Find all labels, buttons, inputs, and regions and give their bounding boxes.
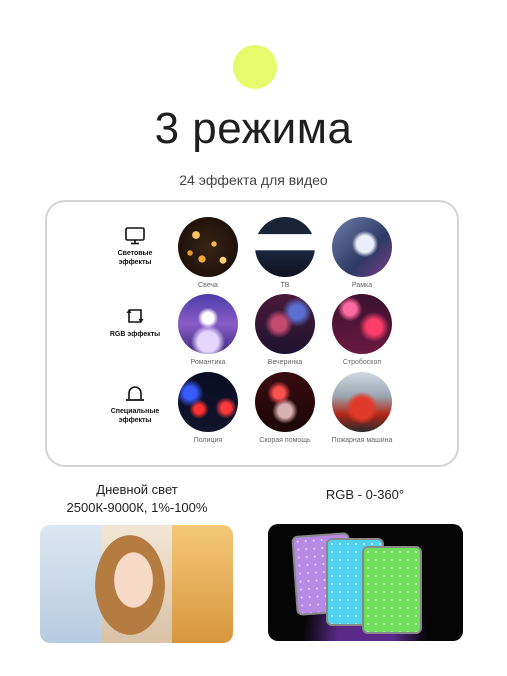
effect-romance-image (178, 294, 238, 354)
effect-caption: Романтика (190, 359, 226, 366)
siren-icon (126, 386, 144, 401)
rgb-photo (268, 524, 463, 641)
cool-strip (40, 525, 102, 643)
mode-label: Специальные эффекты (110, 408, 160, 424)
effect-police-image (178, 372, 238, 432)
effect-caption: Полиция (193, 437, 223, 444)
effect-caption: Пожарная машина (331, 437, 393, 444)
rgb-title: RGB - 0-360° (325, 487, 405, 502)
effect-caption: Свеча (198, 282, 218, 289)
mode-label: Световые эффекты (117, 250, 153, 266)
effect-caption: Стробоскоп (342, 359, 382, 366)
page-title: 3 режима (154, 104, 353, 153)
page-subtitle: 24 эффекта для видео (179, 172, 328, 188)
daylight-title: Дневной свет (96, 482, 178, 497)
green-light-panel (362, 546, 422, 634)
effect-ambulance-image (255, 372, 315, 432)
daylight-photo (40, 525, 233, 643)
effect-caption: Вечеринка (267, 359, 303, 366)
effect-frame-image (332, 217, 392, 277)
mode-rgb-effects: RGB эффекты (105, 306, 165, 339)
effects-panel: Световые эффекты Свеча ТВ Рамка RGB эффе… (45, 200, 459, 467)
accent-dot (233, 45, 277, 89)
effect-caption: ТВ (280, 282, 290, 289)
mode-light-effects: Световые эффекты (105, 227, 165, 267)
effect-caption: Рамка (351, 282, 373, 289)
warm-strip (172, 525, 233, 643)
mode-label: RGB эффекты (109, 331, 161, 338)
effect-strobe-image (332, 294, 392, 354)
effect-party-image (255, 294, 315, 354)
rgb-cycle-icon (126, 309, 144, 323)
portrait-figure (95, 535, 165, 635)
monitor-icon (125, 227, 145, 245)
effect-candle-image (178, 217, 238, 277)
effect-firetruck-image (332, 372, 392, 432)
effect-caption: Скорая помощь (259, 437, 311, 444)
mode-special-effects: Специальные эффекты (105, 385, 165, 425)
effect-tv-image (255, 217, 315, 277)
daylight-spec: 2500К-9000К, 1%-100% (66, 500, 208, 515)
